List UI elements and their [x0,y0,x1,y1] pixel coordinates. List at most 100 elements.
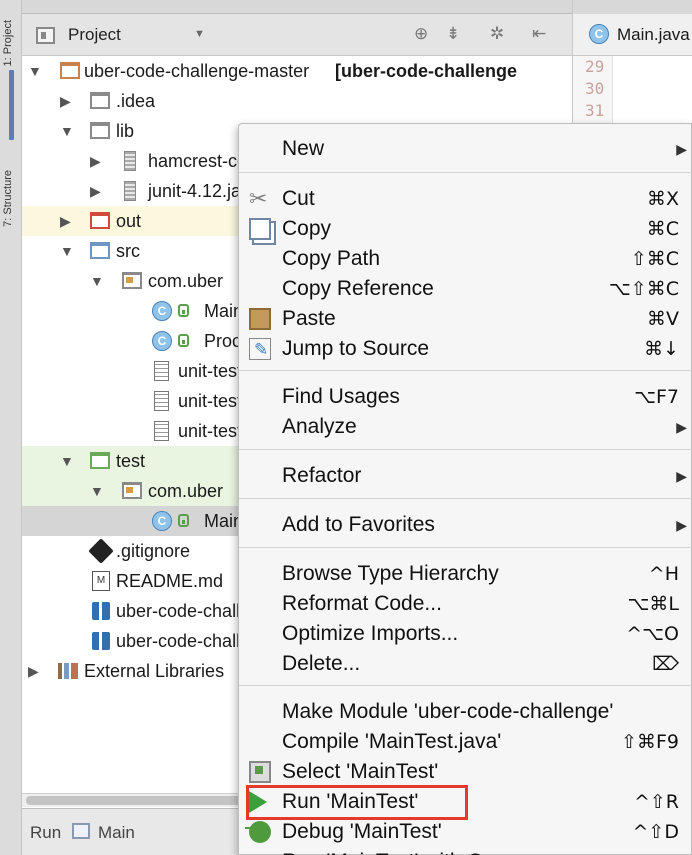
tree-label: .idea [116,91,156,111]
menu-separator [239,449,692,450]
menu-item-select-maintest[interactable]: Select 'MainTest' [239,757,692,787]
menu-item-make-module-uber-code-challenge[interactable]: Make Module 'uber-code-challenge' [239,697,692,727]
line-number: 31 [585,101,605,120]
expand-arrow-icon[interactable]: ▼ [90,476,104,506]
tree-row-idea[interactable]: ▶ .idea [22,86,572,116]
tree-label: External Libraries [84,661,225,681]
tree-label: uber-code-challenge-master [84,61,310,81]
lock-icon [178,304,189,317]
tree-label: out [116,211,142,231]
menu-item-label: Refactor [282,464,362,487]
expand-arrow-icon[interactable]: ▼ [90,266,104,296]
menu-item-label: Cut [282,187,315,210]
menu-item-compile-maintest-java[interactable]: Compile 'MainTest.java' ⇧⌘F9 [239,727,692,757]
locate-icon[interactable]: ⊕ [414,24,428,44]
expand-arrow-icon[interactable]: ▼ [28,56,42,86]
copy-icon [249,218,271,240]
expand-arrow-icon[interactable]: ▼ [60,116,74,146]
editor-tab-label: Main.java [617,25,690,44]
jar-icon [124,151,136,171]
menu-item-shortcut: ⌘X [646,188,679,210]
tree-row-root[interactable]: ▼ uber-code-challenge-master [uber-code-… [22,56,572,86]
sidebar-tab-project[interactable]: 1: Project [2,20,20,66]
expand-arrow-icon[interactable]: ▶ [60,86,71,116]
gear-icon[interactable]: ✲ [490,24,504,44]
package-icon [122,482,142,499]
paste-icon [249,308,271,330]
menu-item-shortcut: ⇧⌘F9 [621,731,679,753]
line-number: 30 [585,79,605,98]
tree-label: README.md [116,571,224,591]
tree-label-suffix: [uber-code-challenge [335,61,518,81]
menu-item-shortcut: ^⇧R [633,791,679,813]
menu-item-copy[interactable]: Copy ⌘C [239,214,692,244]
menu-item-label: Select 'MainTest' [282,760,439,783]
hide-panel-icon[interactable]: ⇤ [532,24,546,44]
menu-item-shortcut: ⌘V [647,308,679,330]
scissors-icon: ✂ [249,186,268,211]
menu-item-label: Add to Favorites [282,513,435,536]
menu-item-find-usages[interactable]: Find Usages ⌥F7 [239,382,692,412]
menu-item-paste[interactable]: Paste ⌘V [239,304,692,334]
tree-label: lib [116,121,135,141]
menu-item-refactor[interactable]: Refactor ▶ [239,461,692,491]
run-tab-main[interactable]: Main [98,823,135,843]
menu-item-reformat-code[interactable]: Reformat Code... ⌥⌘L [239,589,692,619]
menu-item-browse-type-hierarchy[interactable]: Browse Type Hierarchy ^H [239,559,692,589]
expand-arrow-icon[interactable]: ▼ [60,236,74,266]
project-file-icon [92,632,110,650]
menu-item-analyze[interactable]: Analyze ▶ [239,412,692,442]
project-view-selector[interactable]: Project [68,25,121,45]
menu-item-optimize-imports[interactable]: Optimize Imports... ^⌥O [239,619,692,649]
menu-item-run-maintest-with-coverage[interactable]: Run 'MainTest' with Coverage [239,847,692,855]
collapse-all-icon[interactable]: ⇟ [446,24,460,44]
sidebar-tab-structure[interactable]: 7: Structure [2,170,20,227]
expand-arrow-icon[interactable]: ▶ [90,146,101,176]
menu-item-delete[interactable]: Delete... ⌦ [239,649,692,679]
menu-separator [239,370,692,371]
menu-item-label: Copy Path [282,247,381,270]
menu-item-label: Compile 'MainTest.java' [282,730,502,753]
lock-icon [178,514,189,527]
menu-separator [239,172,692,173]
editor-tab-main-java[interactable]: C Main.java [573,14,692,56]
menu-item-copy-path[interactable]: Copy Path ⇧⌘C [239,244,692,274]
expand-arrow-icon[interactable]: ▶ [60,206,71,236]
window-top-strip [22,0,572,14]
lock-icon [178,334,189,347]
library-icon [58,663,78,679]
menu-item-label: Optimize Imports... [282,622,459,645]
test-class-icon: C [152,511,172,531]
source-folder-icon [90,242,110,259]
menu-item-shortcut: ^⌥O [626,623,679,645]
project-view-icon [36,27,55,44]
chevron-down-icon[interactable]: ▼ [194,28,205,40]
menu-item-add-to-favorites[interactable]: Add to Favorites ▶ [239,510,692,540]
menu-item-new[interactable]: New ▶ [239,134,692,164]
menu-separator [239,685,692,686]
menu-item-label: Copy Reference [282,277,434,300]
menu-item-shortcut: ⌘↓ [644,338,679,360]
expand-arrow-icon[interactable]: ▶ [28,656,39,686]
menu-item-copy-reference[interactable]: Copy Reference ⌥⇧⌘C [239,274,692,304]
markdown-icon: M [92,571,110,591]
expand-arrow-icon[interactable]: ▶ [90,176,101,206]
project-panel-header: Project ▼ ⊕ ⇟ ✲ ⇤ [22,14,572,56]
menu-item-debug-maintest[interactable]: Debug 'MainTest' ^⇧D [239,817,692,847]
menu-item-label: Browse Type Hierarchy [282,562,499,585]
line-number: 29 [585,57,605,76]
text-file-icon [154,421,169,441]
git-icon [88,538,114,564]
project-tab-marker [9,70,14,140]
menu-item-jump-to-source[interactable]: Jump to Source ⌘↓ [239,334,692,365]
menu-item-label: New [282,137,325,160]
expand-arrow-icon[interactable]: ▼ [60,446,74,476]
menu-item-cut[interactable]: ✂ Cut ⌘X [239,184,692,214]
menu-item-label: Find Usages [282,385,400,408]
tree-label: com.uber [148,481,224,501]
menu-item-shortcut: ^H [648,563,679,585]
excluded-folder-icon [90,212,110,229]
jump-to-source-icon [249,335,271,365]
menu-item-label: Jump to Source [282,337,430,360]
tree-label: test [116,451,146,471]
